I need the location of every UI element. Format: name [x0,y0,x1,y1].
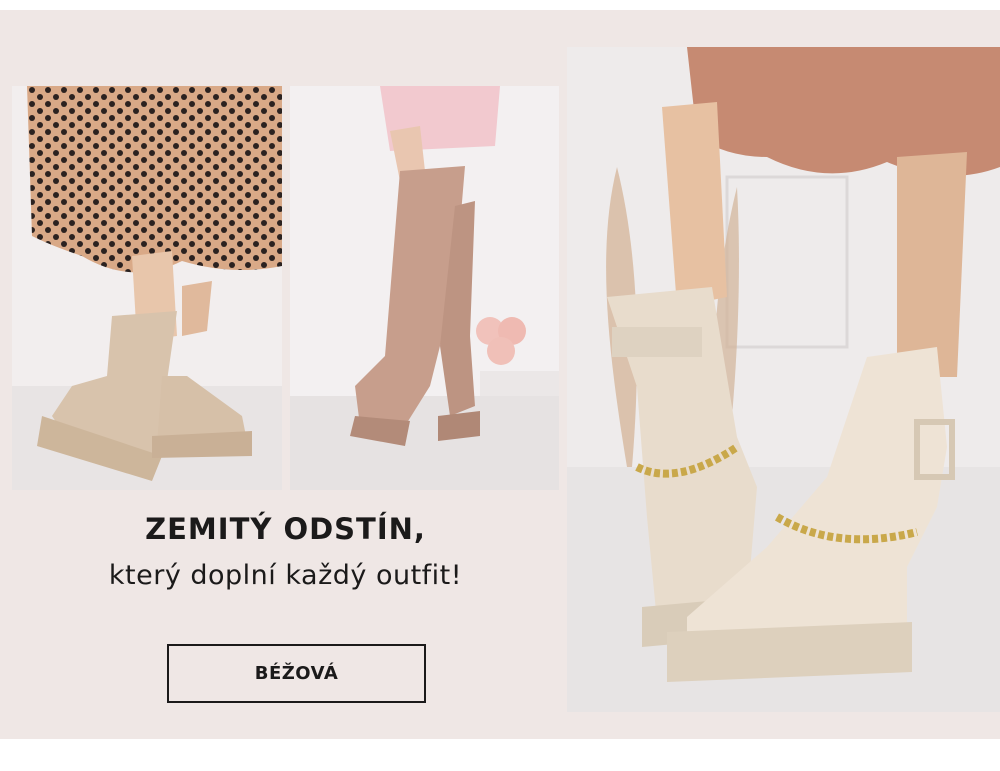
banner-subtitle: který doplní každý outfit! [108,560,463,591]
bottom-frame [0,739,1000,771]
product-photo-combat-boots[interactable] [567,47,1000,712]
cta-button-label: BÉŽOVÁ [254,663,339,684]
banner-title: ZEMITÝ ODSTÍN, [145,512,426,546]
product-photo-sock-boots[interactable] [12,86,282,490]
top-frame [0,0,1000,10]
product-photo-otk-boots[interactable] [290,86,559,490]
beige-category-button[interactable]: BÉŽOVÁ [167,644,426,703]
